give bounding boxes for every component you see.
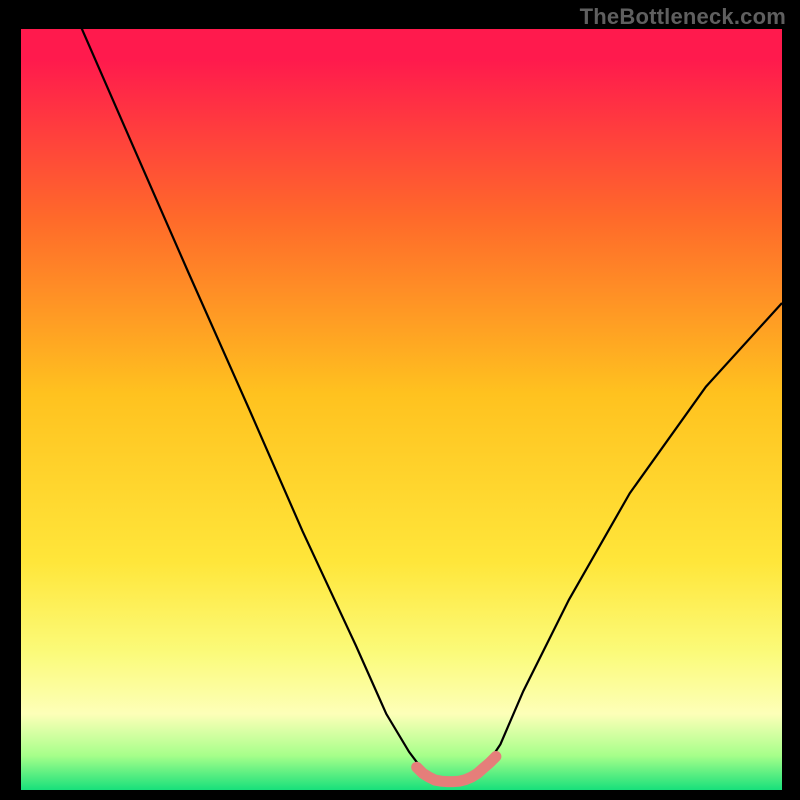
bottleneck-plot — [0, 0, 800, 800]
watermark-text: TheBottleneck.com — [580, 4, 786, 30]
gradient-background — [21, 29, 782, 790]
chart-canvas: TheBottleneck.com — [0, 0, 800, 800]
